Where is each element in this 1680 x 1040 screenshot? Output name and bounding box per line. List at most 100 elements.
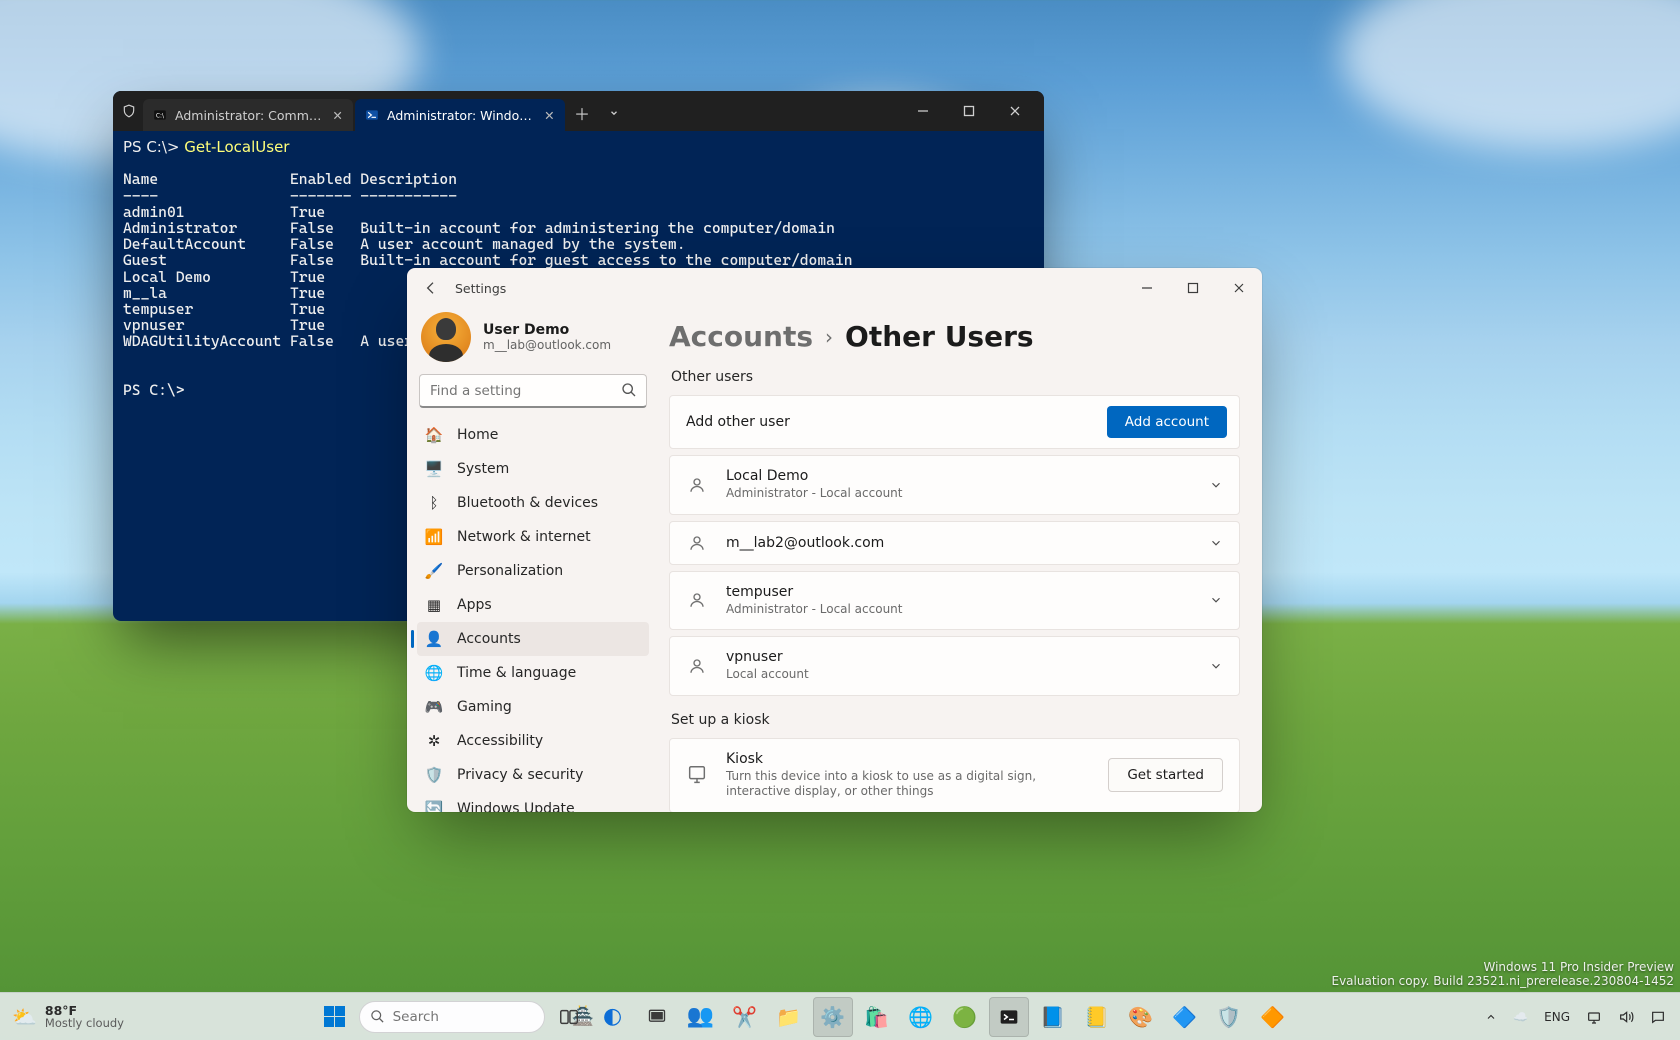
taskbar-app-paint[interactable]: 🎨	[1121, 997, 1161, 1037]
add-account-button[interactable]: Add account	[1107, 406, 1227, 438]
tab-dropdown-button[interactable]	[599, 98, 629, 128]
terminal-window-controls	[900, 93, 1038, 129]
taskbar-weather-widget[interactable]: ⛅ 88°F Mostly cloudy	[0, 1004, 136, 1029]
search-input[interactable]	[419, 374, 647, 408]
taskbar-app-onenote[interactable]: 📒	[1077, 997, 1117, 1037]
user-row[interactable]: Local DemoAdministrator - Local account	[669, 455, 1240, 515]
nav-icon: 🛡️	[425, 766, 443, 784]
breadcrumb: Accounts › Other Users	[669, 308, 1240, 363]
person-icon	[686, 476, 708, 494]
nav-icon: ✲	[425, 732, 443, 750]
sidebar-item-home[interactable]: 🏠Home	[417, 418, 649, 452]
tray-network-icon[interactable]	[1580, 997, 1608, 1037]
sidebar-item-privacy-security[interactable]: 🛡️ Privacy & security	[417, 758, 649, 792]
tray-onedrive-icon[interactable]: ☁️	[1507, 997, 1534, 1037]
taskbar-search[interactable]: 🏯	[359, 1001, 545, 1033]
user-row[interactable]: vpnuserLocal account	[669, 636, 1240, 696]
taskbar-app-desktops[interactable]	[637, 997, 677, 1037]
user-name: tempuser	[726, 584, 1191, 600]
user-name: vpnuser	[726, 649, 1191, 665]
settings-titlebar[interactable]: Settings	[407, 268, 1262, 308]
user-row[interactable]: tempuserAdministrator - Local account	[669, 571, 1240, 631]
breadcrumb-current: Other Users	[845, 320, 1034, 353]
taskbar-search-input[interactable]	[393, 1009, 564, 1025]
settings-nav-list: 🏠Home🖥️SystemᛒBluetooth & devices📶Networ…	[417, 418, 649, 812]
profile-card[interactable]: User Demo m__lab@outlook.com	[417, 308, 649, 374]
taskbar-app-word[interactable]: 📘	[1033, 997, 1073, 1037]
sidebar-item-label: Windows Update	[457, 801, 575, 812]
taskbar-app-generic[interactable]: 🔷	[1165, 997, 1205, 1037]
task-view-button[interactable]	[549, 997, 589, 1037]
tray-overflow-button[interactable]	[1479, 997, 1503, 1037]
weather-desc: Mostly cloudy	[45, 1017, 124, 1029]
sidebar-item-accounts[interactable]: 👤Accounts	[417, 622, 649, 656]
nav-icon: 🎮	[425, 698, 443, 716]
chevron-down-icon	[1209, 659, 1223, 673]
kiosk-get-started-button[interactable]: Get started	[1108, 758, 1223, 792]
taskbar-app-terminal[interactable]	[989, 997, 1029, 1037]
terminal-tab-cmd[interactable]: C:\ Administrator: Command Prom ✕	[143, 99, 353, 131]
taskbar: ⛅ 88°F Mostly cloudy 🏯 ◐ 👥 ✂️ 📁 ⚙️ 🛍️ 🌐 …	[0, 992, 1680, 1040]
taskbar-app-store[interactable]: 🛍️	[857, 997, 897, 1037]
sidebar-item-accessibility[interactable]: ✲Accessibility	[417, 724, 649, 758]
sidebar-item-time-language[interactable]: 🌐Time & language	[417, 656, 649, 690]
taskbar-app-chrome[interactable]: 🟢	[945, 997, 985, 1037]
close-button[interactable]	[1216, 268, 1262, 308]
taskbar-app-teams[interactable]: 👥	[681, 997, 721, 1037]
settings-content: Accounts › Other Users Other users Add o…	[659, 308, 1262, 812]
windows-logo-icon	[324, 1006, 345, 1027]
tray-notifications-icon[interactable]	[1644, 997, 1672, 1037]
taskbar-app-snip[interactable]: ✂️	[725, 997, 765, 1037]
sidebar-item-label: System	[457, 461, 509, 477]
minimize-button[interactable]	[1124, 268, 1170, 308]
sidebar-item-system[interactable]: 🖥️System	[417, 452, 649, 486]
taskbar-app-settings[interactable]: ⚙️	[813, 997, 853, 1037]
sidebar-item-network-internet[interactable]: 📶Network & internet	[417, 520, 649, 554]
copilot-button[interactable]: ◐	[593, 997, 633, 1037]
maximize-button[interactable]	[946, 93, 992, 129]
tab-close-icon[interactable]: ✕	[332, 108, 343, 123]
person-icon	[686, 534, 708, 552]
nav-icon: ᛒ	[425, 494, 443, 512]
sidebar-item-label: Privacy & security	[457, 767, 583, 783]
section-label-kiosk: Set up a kiosk	[671, 712, 1240, 728]
minimize-button[interactable]	[900, 93, 946, 129]
terminal-tabstrip: C:\ Administrator: Command Prom ✕ Admini…	[113, 91, 1044, 131]
taskbar-app-media[interactable]: 🔶	[1253, 997, 1293, 1037]
sidebar-item-personalization[interactable]: 🖌️Personalization	[417, 554, 649, 588]
taskbar-app-explorer[interactable]: 📁	[769, 997, 809, 1037]
chevron-right-icon: ›	[825, 325, 833, 349]
search-icon	[621, 382, 637, 398]
search-icon	[370, 1009, 385, 1024]
terminal-tab-label: Administrator: Command Prom	[175, 108, 324, 123]
sidebar-item-apps[interactable]: ▦Apps	[417, 588, 649, 622]
maximize-button[interactable]	[1170, 268, 1216, 308]
kiosk-row: Kiosk Turn this device into a kiosk to u…	[669, 738, 1240, 812]
taskbar-app-security[interactable]: 🛡️	[1209, 997, 1249, 1037]
sidebar-item-windows-update[interactable]: 🔄Windows Update	[417, 792, 649, 812]
tab-close-icon[interactable]: ✕	[544, 108, 555, 123]
start-button[interactable]	[315, 997, 355, 1037]
settings-window: Settings User Demo m__lab@outlook.com 🏠H…	[407, 268, 1262, 812]
tray-volume-icon[interactable]	[1612, 997, 1640, 1037]
sidebar-item-gaming[interactable]: 🎮 Gaming	[417, 690, 649, 724]
user-row[interactable]: m__lab2@outlook.com	[669, 521, 1240, 565]
profile-email: m__lab@outlook.com	[483, 338, 611, 352]
close-button[interactable]	[992, 93, 1038, 129]
taskbar-app-edge[interactable]: 🌐	[901, 997, 941, 1037]
terminal-tab-label: Administrator: Windows Powe	[387, 108, 536, 123]
sidebar-item-label: Personalization	[457, 563, 563, 579]
kiosk-subtitle: Turn this device into a kiosk to use as …	[726, 769, 1090, 800]
back-button[interactable]	[417, 274, 445, 302]
add-other-user-label: Add other user	[686, 414, 790, 430]
new-tab-button[interactable]: ＋	[567, 98, 597, 128]
sidebar-item-label: Gaming	[457, 699, 512, 715]
profile-name: User Demo	[483, 322, 611, 338]
system-tray: ☁️ ENG	[1471, 997, 1680, 1037]
terminal-tab-powershell[interactable]: Administrator: Windows Powe ✕	[355, 99, 565, 131]
tray-language[interactable]: ENG	[1538, 997, 1576, 1037]
kiosk-icon	[686, 764, 708, 786]
settings-search	[419, 374, 647, 408]
breadcrumb-parent[interactable]: Accounts	[669, 320, 813, 353]
sidebar-item-bluetooth-devices[interactable]: ᛒBluetooth & devices	[417, 486, 649, 520]
